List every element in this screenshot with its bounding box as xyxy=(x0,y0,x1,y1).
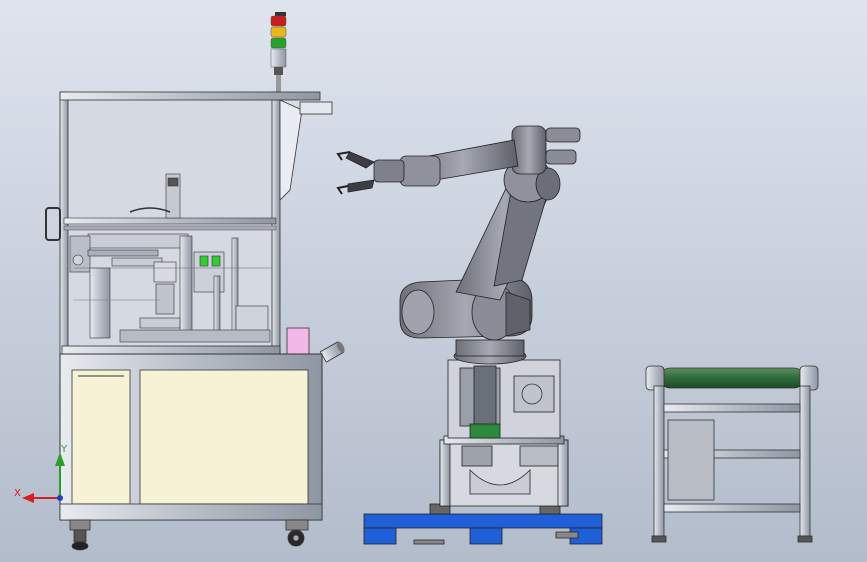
conveyor xyxy=(645,365,819,543)
stack-light xyxy=(270,12,287,95)
caster-left xyxy=(69,519,91,551)
machine-cabinet xyxy=(45,91,345,551)
axis-x-label: X xyxy=(14,488,21,499)
coordinate-triad: Y X xyxy=(14,444,68,503)
stack-light-amber xyxy=(270,26,287,38)
robot-arm xyxy=(336,125,603,545)
conveyor-belt xyxy=(659,367,805,389)
caster-right xyxy=(285,519,309,547)
axis-y-label: Y xyxy=(60,444,68,455)
cad-viewport[interactable]: Y X xyxy=(0,0,867,562)
side-sensor xyxy=(319,341,345,363)
stack-light-green xyxy=(270,37,287,49)
blue-pallet xyxy=(363,513,603,545)
stack-light-red xyxy=(270,15,287,27)
pink-block xyxy=(286,327,310,355)
assembly-drawing: Y X xyxy=(14,12,819,551)
